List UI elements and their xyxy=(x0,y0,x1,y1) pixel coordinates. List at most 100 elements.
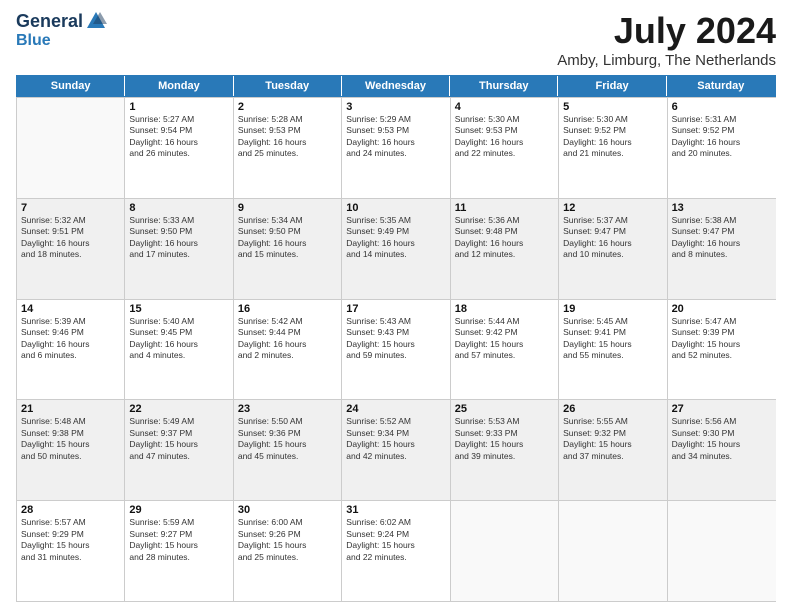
daylight-line2: and 20 minutes. xyxy=(672,148,772,159)
calendar-cell-13: 13Sunrise: 5:38 AMSunset: 9:47 PMDayligh… xyxy=(668,199,776,299)
day-number: 12 xyxy=(563,202,662,214)
calendar-cell-18: 18Sunrise: 5:44 AMSunset: 9:42 PMDayligh… xyxy=(451,300,559,400)
daylight-line1: Daylight: 15 hours xyxy=(346,540,445,551)
sunset-line: Sunset: 9:36 PM xyxy=(238,428,337,439)
day-number: 25 xyxy=(455,403,554,415)
calendar-cell-27: 27Sunrise: 5:56 AMSunset: 9:30 PMDayligh… xyxy=(668,400,776,500)
daylight-line1: Daylight: 16 hours xyxy=(129,137,228,148)
day-number: 22 xyxy=(129,403,228,415)
sunset-line: Sunset: 9:52 PM xyxy=(563,125,662,136)
calendar-cell-15: 15Sunrise: 5:40 AMSunset: 9:45 PMDayligh… xyxy=(125,300,233,400)
daylight-line2: and 52 minutes. xyxy=(672,350,772,361)
calendar-cell-22: 22Sunrise: 5:49 AMSunset: 9:37 PMDayligh… xyxy=(125,400,233,500)
daylight-line2: and 15 minutes. xyxy=(238,249,337,260)
logo: General Blue xyxy=(16,10,107,50)
day-number: 27 xyxy=(672,403,772,415)
sunrise-line: Sunrise: 5:49 AM xyxy=(129,416,228,427)
sunset-line: Sunset: 9:48 PM xyxy=(455,226,554,237)
daylight-line1: Daylight: 16 hours xyxy=(455,137,554,148)
daylight-line2: and 26 minutes. xyxy=(129,148,228,159)
daylight-line1: Daylight: 16 hours xyxy=(672,238,772,249)
sunrise-line: Sunrise: 5:44 AM xyxy=(455,316,554,327)
header-day-monday: Monday xyxy=(125,76,233,96)
daylight-line1: Daylight: 15 hours xyxy=(238,540,337,551)
sunset-line: Sunset: 9:33 PM xyxy=(455,428,554,439)
daylight-line1: Daylight: 16 hours xyxy=(563,238,662,249)
daylight-line2: and 47 minutes. xyxy=(129,451,228,462)
calendar-week-3: 14Sunrise: 5:39 AMSunset: 9:46 PMDayligh… xyxy=(17,299,776,400)
daylight-line2: and 50 minutes. xyxy=(21,451,120,462)
calendar: SundayMondayTuesdayWednesdayThursdayFrid… xyxy=(16,75,776,602)
sunrise-line: Sunrise: 5:33 AM xyxy=(129,215,228,226)
calendar-cell-9: 9Sunrise: 5:34 AMSunset: 9:50 PMDaylight… xyxy=(234,199,342,299)
sunset-line: Sunset: 9:24 PM xyxy=(346,529,445,540)
sunset-line: Sunset: 9:32 PM xyxy=(563,428,662,439)
calendar-week-1: 1Sunrise: 5:27 AMSunset: 9:54 PMDaylight… xyxy=(17,97,776,198)
daylight-line1: Daylight: 16 hours xyxy=(346,137,445,148)
day-number: 10 xyxy=(346,202,445,214)
daylight-line2: and 14 minutes. xyxy=(346,249,445,260)
daylight-line2: and 39 minutes. xyxy=(455,451,554,462)
sunrise-line: Sunrise: 5:38 AM xyxy=(672,215,772,226)
calendar-week-4: 21Sunrise: 5:48 AMSunset: 9:38 PMDayligh… xyxy=(17,399,776,500)
daylight-line1: Daylight: 16 hours xyxy=(129,238,228,249)
calendar-cell-23: 23Sunrise: 5:50 AMSunset: 9:36 PMDayligh… xyxy=(234,400,342,500)
daylight-line2: and 24 minutes. xyxy=(346,148,445,159)
sunset-line: Sunset: 9:53 PM xyxy=(455,125,554,136)
daylight-line2: and 45 minutes. xyxy=(238,451,337,462)
day-number: 14 xyxy=(21,303,120,315)
calendar-body: 1Sunrise: 5:27 AMSunset: 9:54 PMDaylight… xyxy=(16,97,776,602)
daylight-line2: and 37 minutes. xyxy=(563,451,662,462)
calendar-cell-3: 3Sunrise: 5:29 AMSunset: 9:53 PMDaylight… xyxy=(342,98,450,198)
daylight-line2: and 42 minutes. xyxy=(346,451,445,462)
daylight-line2: and 17 minutes. xyxy=(129,249,228,260)
header-day-tuesday: Tuesday xyxy=(234,76,342,96)
sunset-line: Sunset: 9:52 PM xyxy=(672,125,772,136)
logo-general-text: General xyxy=(16,11,83,32)
calendar-cell-empty-4-4 xyxy=(451,501,559,601)
daylight-line1: Daylight: 15 hours xyxy=(129,439,228,450)
sunset-line: Sunset: 9:26 PM xyxy=(238,529,337,540)
calendar-cell-empty-0-0 xyxy=(17,98,125,198)
daylight-line1: Daylight: 15 hours xyxy=(455,439,554,450)
daylight-line1: Daylight: 15 hours xyxy=(672,439,772,450)
daylight-line1: Daylight: 16 hours xyxy=(21,238,120,249)
daylight-line2: and 12 minutes. xyxy=(455,249,554,260)
calendar-week-5: 28Sunrise: 5:57 AMSunset: 9:29 PMDayligh… xyxy=(17,500,776,601)
sunset-line: Sunset: 9:39 PM xyxy=(672,327,772,338)
sunrise-line: Sunrise: 5:43 AM xyxy=(346,316,445,327)
calendar-cell-8: 8Sunrise: 5:33 AMSunset: 9:50 PMDaylight… xyxy=(125,199,233,299)
page-header: General Blue July 2024 Amby, Limburg, Th… xyxy=(16,10,776,69)
calendar-cell-26: 26Sunrise: 5:55 AMSunset: 9:32 PMDayligh… xyxy=(559,400,667,500)
calendar-cell-4: 4Sunrise: 5:30 AMSunset: 9:53 PMDaylight… xyxy=(451,98,559,198)
calendar-cell-16: 16Sunrise: 5:42 AMSunset: 9:44 PMDayligh… xyxy=(234,300,342,400)
day-number: 29 xyxy=(129,504,228,516)
sunset-line: Sunset: 9:37 PM xyxy=(129,428,228,439)
sunrise-line: Sunrise: 5:27 AM xyxy=(129,114,228,125)
calendar-cell-7: 7Sunrise: 5:32 AMSunset: 9:51 PMDaylight… xyxy=(17,199,125,299)
sunrise-line: Sunrise: 5:30 AM xyxy=(563,114,662,125)
calendar-week-2: 7Sunrise: 5:32 AMSunset: 9:51 PMDaylight… xyxy=(17,198,776,299)
day-number: 4 xyxy=(455,101,554,113)
sunrise-line: Sunrise: 5:50 AM xyxy=(238,416,337,427)
calendar-cell-30: 30Sunrise: 6:00 AMSunset: 9:26 PMDayligh… xyxy=(234,501,342,601)
daylight-line2: and 2 minutes. xyxy=(238,350,337,361)
sunset-line: Sunset: 9:51 PM xyxy=(21,226,120,237)
day-number: 15 xyxy=(129,303,228,315)
day-number: 13 xyxy=(672,202,772,214)
logo-icon xyxy=(85,10,107,32)
calendar-cell-1: 1Sunrise: 5:27 AMSunset: 9:54 PMDaylight… xyxy=(125,98,233,198)
sunrise-line: Sunrise: 5:56 AM xyxy=(672,416,772,427)
sunset-line: Sunset: 9:50 PM xyxy=(129,226,228,237)
sunrise-line: Sunrise: 5:55 AM xyxy=(563,416,662,427)
daylight-line1: Daylight: 15 hours xyxy=(672,339,772,350)
daylight-line1: Daylight: 16 hours xyxy=(346,238,445,249)
sunset-line: Sunset: 9:53 PM xyxy=(238,125,337,136)
daylight-line1: Daylight: 15 hours xyxy=(21,439,120,450)
sunrise-line: Sunrise: 5:30 AM xyxy=(455,114,554,125)
daylight-line1: Daylight: 15 hours xyxy=(238,439,337,450)
daylight-line1: Daylight: 16 hours xyxy=(238,238,337,249)
daylight-line2: and 6 minutes. xyxy=(21,350,120,361)
day-number: 24 xyxy=(346,403,445,415)
sunset-line: Sunset: 9:54 PM xyxy=(129,125,228,136)
